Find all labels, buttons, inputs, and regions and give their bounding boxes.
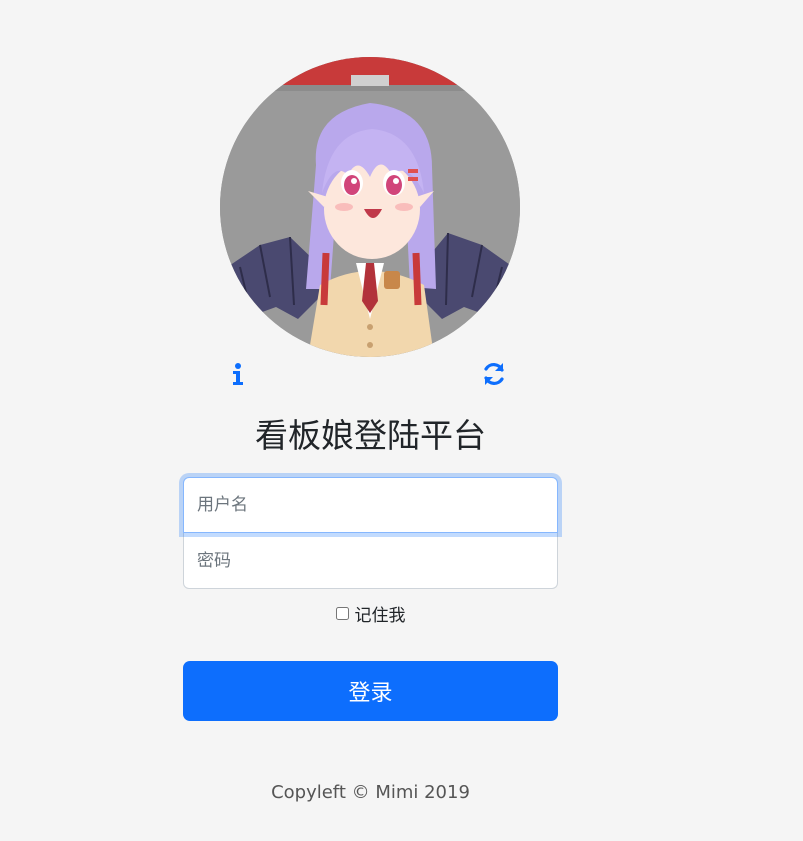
login-page: 看板娘登陆平台 记住我 登录 Copyleft © Mimi 2019 (0, 0, 803, 841)
footer-copyright: Copyleft © Mimi 2019 (271, 782, 470, 803)
live2d-avatar[interactable] (220, 57, 520, 357)
remember-me[interactable]: 记住我 (183, 601, 558, 626)
password-input[interactable] (183, 533, 558, 589)
info-icon (233, 363, 243, 385)
anime-girl-illustration (220, 57, 520, 357)
info-button[interactable] (224, 360, 252, 388)
username-input[interactable] (183, 477, 558, 533)
login-button[interactable]: 登录 (183, 661, 558, 721)
refresh-button[interactable] (480, 360, 508, 388)
remember-me-checkbox[interactable] (335, 607, 349, 620)
refresh-icon (484, 363, 504, 385)
remember-me-label: 记住我 (354, 606, 406, 626)
page-title: 看板娘登陆平台 (255, 416, 486, 455)
